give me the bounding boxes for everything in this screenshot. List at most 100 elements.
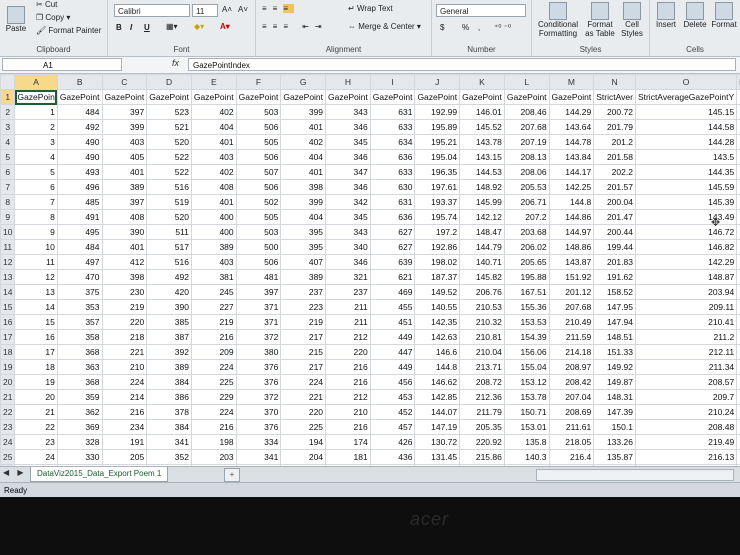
cell[interactable]: 330: [56, 449, 103, 465]
cell[interactable]: 6: [14, 179, 58, 195]
cell[interactable]: 12: [14, 269, 58, 285]
cell[interactable]: 3: [14, 134, 58, 150]
cell[interactable]: 192.86: [414, 239, 461, 255]
column-header-e[interactable]: E: [190, 74, 237, 90]
function-icon[interactable]: fx: [172, 58, 179, 68]
cell[interactable]: 191: [101, 434, 148, 450]
cell[interactable]: 143.49: [634, 209, 738, 225]
cell[interactable]: GazePoint: [459, 89, 505, 105]
cell[interactable]: 195.04: [414, 149, 461, 165]
cell[interactable]: 201.57: [593, 179, 636, 195]
cell[interactable]: 224: [190, 359, 237, 375]
cell[interactable]: 17: [14, 344, 58, 360]
cell[interactable]: 195.89: [414, 119, 461, 135]
cell[interactable]: 145.52: [459, 119, 505, 135]
cell[interactable]: 199.44: [593, 239, 636, 255]
cell[interactable]: 142.85: [414, 389, 461, 405]
cell[interactable]: 359: [56, 389, 103, 405]
cell[interactable]: 389: [190, 239, 237, 255]
cell[interactable]: 201.47: [593, 209, 636, 225]
cell[interactable]: 369: [56, 419, 103, 435]
cell[interactable]: GazePoint: [548, 89, 595, 105]
cell-styles-button[interactable]: Cell Styles: [618, 2, 646, 38]
row-header[interactable]: 13: [0, 269, 16, 285]
cell[interactable]: 16: [14, 329, 58, 345]
cell[interactable]: 205: [101, 449, 148, 465]
cell[interactable]: 345: [325, 134, 371, 150]
cell[interactable]: 449: [369, 359, 416, 375]
row-header[interactable]: 15: [0, 299, 16, 315]
cell[interactable]: 627: [369, 239, 416, 255]
cell[interactable]: 341: [146, 434, 192, 450]
cell[interactable]: 147.95: [593, 299, 636, 315]
cell[interactable]: 207.04: [548, 389, 595, 405]
cell[interactable]: 208.57: [634, 374, 738, 390]
cell[interactable]: GazePoint: [56, 89, 103, 105]
fill-color-icon[interactable]: ◆▾: [194, 22, 204, 31]
cell[interactable]: 376: [235, 359, 282, 375]
row-header[interactable]: 4: [0, 134, 16, 150]
cell[interactable]: GazePoint: [325, 89, 371, 105]
cell[interactable]: 153.78: [503, 389, 550, 405]
cell[interactable]: 210: [101, 359, 148, 375]
row-header[interactable]: 24: [0, 434, 16, 450]
cell[interactable]: 143.87: [548, 254, 595, 270]
horizontal-scrollbar[interactable]: [536, 469, 734, 481]
cell[interactable]: 387: [146, 329, 192, 345]
row-header[interactable]: 11: [0, 239, 16, 255]
cell[interactable]: 140.71: [459, 254, 505, 270]
paste-button[interactable]: Paste: [4, 6, 28, 33]
cell[interactable]: 402: [190, 104, 237, 120]
comma-button[interactable]: ,: [478, 23, 480, 32]
column-header-g[interactable]: G: [280, 74, 327, 90]
select-all-corner[interactable]: [0, 74, 16, 90]
cell[interactable]: 144.79: [459, 239, 505, 255]
cell[interactable]: 200.44: [593, 224, 636, 240]
cell[interactable]: 203.94: [634, 284, 738, 300]
cell[interactable]: 505: [235, 209, 282, 225]
cell[interactable]: 456: [369, 374, 416, 390]
cell[interactable]: StrictAverageGazePointY: [634, 89, 738, 105]
cell[interactable]: 197.61: [414, 179, 461, 195]
row-header[interactable]: 19: [0, 359, 16, 375]
cell[interactable]: 490: [56, 149, 103, 165]
merge-center-button[interactable]: ⇔ Merge & Center ▾: [348, 22, 421, 31]
cell[interactable]: 215: [280, 344, 327, 360]
cell[interactable]: 201.58: [593, 149, 636, 165]
cell[interactable]: 368: [56, 344, 103, 360]
cell[interactable]: 405: [101, 149, 148, 165]
cell[interactable]: 457: [369, 419, 416, 435]
row-header[interactable]: 17: [0, 329, 16, 345]
cell[interactable]: 507: [235, 164, 282, 180]
cell[interactable]: 201.79: [593, 119, 636, 135]
cell[interactable]: 492: [56, 119, 103, 135]
decimal-icons[interactable]: ⁺⁰ ⁻⁰: [494, 23, 511, 32]
format-painter-button[interactable]: 🖌 Format Painter: [36, 26, 101, 35]
column-header-n[interactable]: N: [593, 74, 636, 90]
cell[interactable]: 167.51: [503, 284, 550, 300]
cell[interactable]: 214.18: [548, 344, 595, 360]
grow-font-button[interactable]: A˄: [222, 5, 232, 14]
cell[interactable]: 181: [325, 449, 371, 465]
row-header[interactable]: 18: [0, 344, 16, 360]
cell[interactable]: 503: [235, 104, 282, 120]
cell[interactable]: 198: [190, 434, 237, 450]
cell[interactable]: 13: [14, 284, 58, 300]
cell[interactable]: 147.19: [414, 419, 461, 435]
cell[interactable]: 145.39: [634, 194, 738, 210]
cell[interactable]: 7: [14, 194, 58, 210]
cell[interactable]: 212.36: [459, 389, 505, 405]
cell[interactable]: 144.78: [548, 134, 595, 150]
cell[interactable]: 400: [190, 209, 237, 225]
shrink-font-button[interactable]: A˅: [238, 5, 248, 14]
cell[interactable]: 484: [56, 239, 103, 255]
cell[interactable]: 207.68: [548, 299, 595, 315]
cell[interactable]: 216: [325, 359, 371, 375]
cell[interactable]: 145.15: [634, 104, 738, 120]
cell[interactable]: 23: [14, 434, 58, 450]
cell[interactable]: 218: [101, 329, 148, 345]
cell[interactable]: 204: [280, 449, 327, 465]
cell[interactable]: 376: [235, 374, 282, 390]
cell[interactable]: GazePoint: [503, 89, 550, 105]
cell[interactable]: 187.37: [414, 269, 461, 285]
